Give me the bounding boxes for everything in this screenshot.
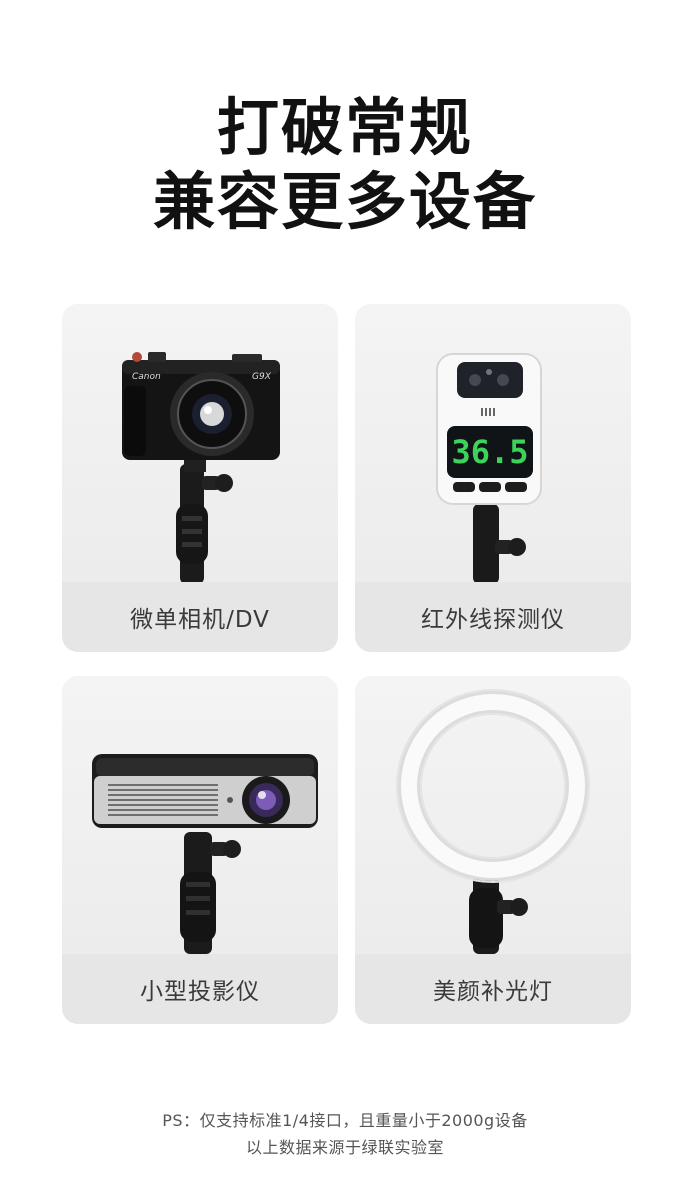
device-card-camera: Canon G9X 微单相机/DV [62,304,338,652]
device-card-ring-light: 美颜补光灯 [355,676,631,1024]
device-card-projector: 小型投影仪 [62,676,338,1024]
camera-model-text: G9X [252,372,272,382]
footnote-line-2: 以上数据来源于绿联实验室 [245,1138,444,1157]
device-card-thermometer: 36.5 红外线探测仪 [355,304,631,652]
device-label-ring-light: 美颜补光灯 [355,954,631,1024]
thermometer-display-value: 36.5 [451,433,528,471]
device-image-thermometer: 36.5 [355,304,631,582]
ring-light-icon [396,689,590,954]
device-label-camera: 微单相机/DV [62,582,338,652]
device-image-projector [62,676,338,954]
thermometer-icon: 36.5 [436,353,542,582]
device-label-thermometer: 红外线探测仪 [355,582,631,652]
device-image-camera: Canon G9X [62,304,338,582]
headline-line-1: 打破常规 [216,91,473,164]
camera-brand-text: Canon [132,372,161,382]
projector-icon [92,754,318,954]
camera-icon: Canon G9X [122,352,280,582]
device-image-ring-light [355,676,631,954]
device-label-projector: 小型投影仪 [62,954,338,1024]
headline-line-2: 兼容更多设备 [152,165,537,238]
footnote-line-1: PS：仅支持标准1/4接口，且重量小于2000g设备 [162,1111,528,1130]
